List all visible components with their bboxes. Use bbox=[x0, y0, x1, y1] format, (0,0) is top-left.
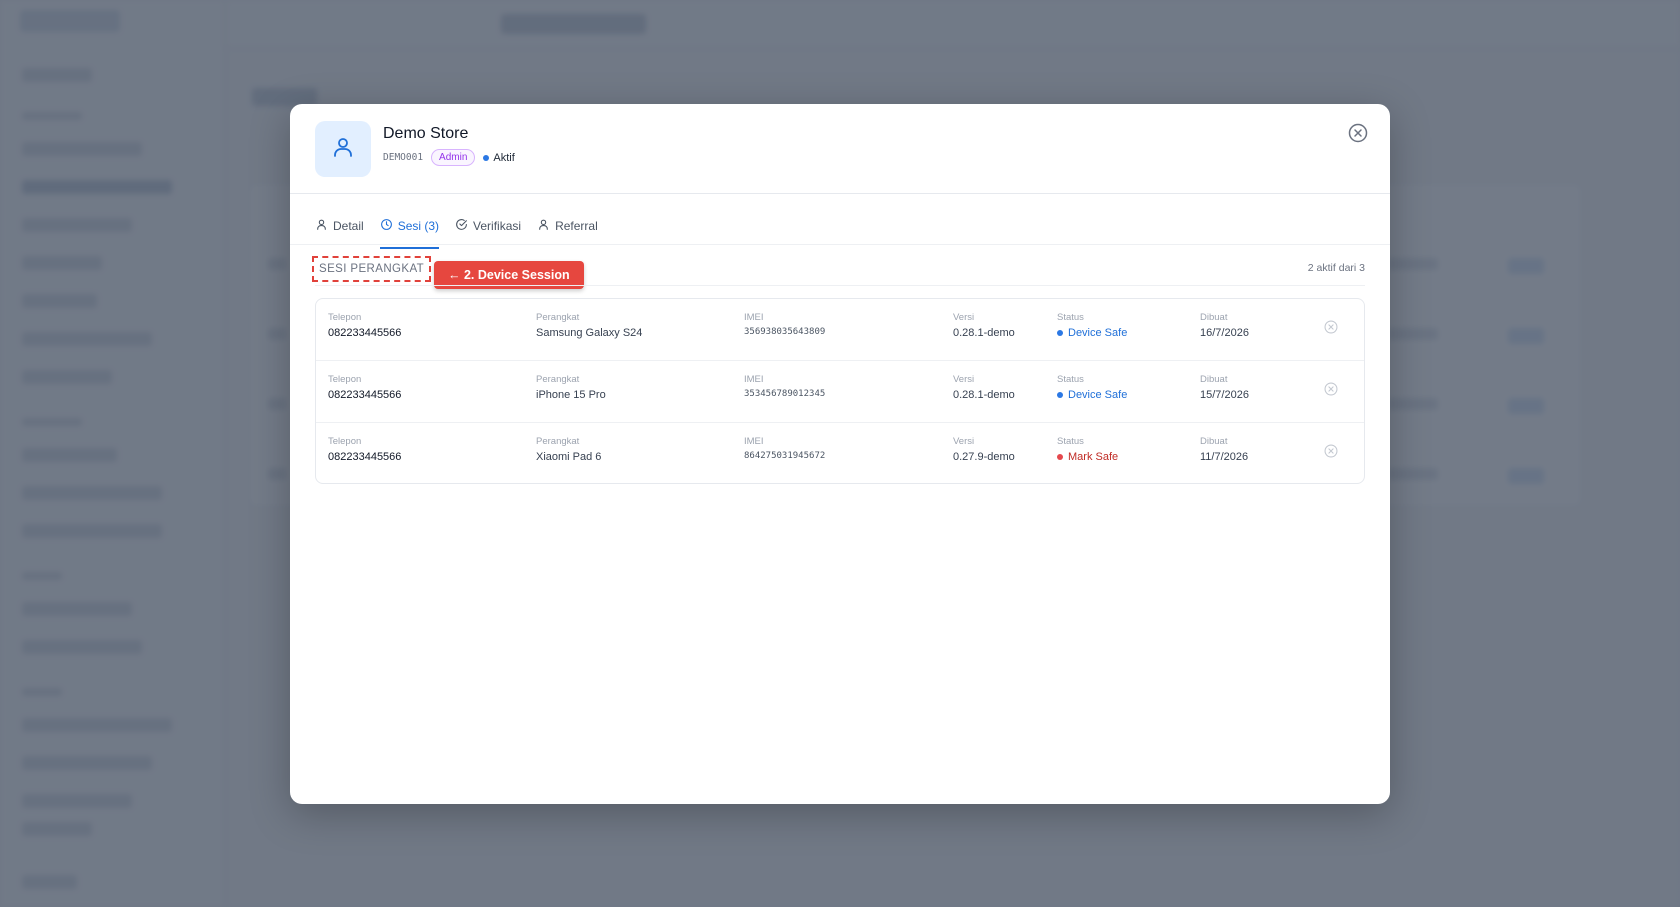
store-meta: DEMO001 Admin Aktif bbox=[383, 149, 515, 166]
user-icon bbox=[331, 135, 355, 164]
device-field: Perangkat iPhone 15 Pro bbox=[536, 374, 606, 401]
version-field: Versi 0.27.9-demo bbox=[953, 436, 1015, 463]
close-circle-icon bbox=[1324, 382, 1338, 401]
version-label: Versi bbox=[953, 436, 975, 447]
device-value: Samsung Galaxy S24 bbox=[536, 327, 643, 339]
store-code: DEMO001 bbox=[383, 152, 424, 163]
tab-referral[interactable]: Referral bbox=[537, 207, 598, 249]
close-circle-icon bbox=[1324, 320, 1338, 339]
tab-detail[interactable]: Detail bbox=[315, 207, 364, 249]
status-label: Status bbox=[1057, 374, 1084, 385]
created-label: Dibuat bbox=[1200, 374, 1228, 385]
status-dot-icon bbox=[1057, 330, 1063, 336]
status-text: Device Safe bbox=[1068, 327, 1128, 339]
created-label: Dibuat bbox=[1200, 436, 1228, 447]
role-badge: Admin bbox=[431, 149, 476, 166]
created-label: Dibuat bbox=[1200, 312, 1228, 323]
version-field: Versi 0.28.1-demo bbox=[953, 312, 1015, 339]
modal-header: Demo Store DEMO001 Admin Aktif bbox=[290, 104, 1390, 194]
version-value: 0.27.9-demo bbox=[953, 451, 1015, 463]
check-circle-icon bbox=[455, 218, 468, 234]
tab-label: Referral bbox=[555, 219, 598, 233]
created-field: Dibuat 11/7/2026 bbox=[1200, 436, 1248, 463]
status-field: Status Mark Safe bbox=[1057, 436, 1118, 463]
status-text: Mark Safe bbox=[1068, 451, 1119, 463]
close-button[interactable] bbox=[1347, 123, 1369, 148]
session-row: Telepon 082233445566 Perangkat Xiaomi Pad … bbox=[316, 423, 1364, 483]
imei-value: 356938035643809 bbox=[744, 327, 826, 337]
version-label: Versi bbox=[953, 312, 975, 323]
close-circle-icon bbox=[1348, 123, 1368, 148]
session-list: Telepon 082233445566 Perangkat Samsung Gal… bbox=[315, 298, 1365, 484]
phone-field: Telepon 082233445566 bbox=[328, 374, 401, 401]
device-field: Perangkat Xiaomi Pad 6 bbox=[536, 436, 601, 463]
imei-value: 864275031945672 bbox=[744, 451, 826, 461]
revoke-session-button[interactable] bbox=[1323, 320, 1339, 339]
session-row: Telepon 082233445566 Perangkat iPhone 15 P… bbox=[316, 361, 1364, 423]
session-row: Telepon 082233445566 Perangkat Samsung Gal… bbox=[316, 299, 1364, 361]
status-value: Mark Safe bbox=[1057, 451, 1118, 463]
imei-field: IMEI 356938035643809 bbox=[744, 312, 825, 337]
status-field: Status Device Safe bbox=[1057, 374, 1127, 401]
store-name: Demo Store bbox=[383, 125, 469, 142]
created-value: 16/7/2026 bbox=[1200, 327, 1249, 339]
user-icon bbox=[537, 218, 550, 234]
device-label: Perangkat bbox=[536, 312, 580, 323]
status-dot-icon bbox=[1057, 392, 1063, 398]
tab-label: Sesi (3) bbox=[397, 219, 440, 233]
imei-field: IMEI 353456789012345 bbox=[744, 374, 825, 399]
status-label: Status bbox=[1057, 436, 1084, 447]
version-label: Versi bbox=[953, 374, 975, 385]
user-icon bbox=[315, 218, 328, 234]
version-value: 0.28.1-demo bbox=[953, 389, 1015, 401]
close-circle-icon bbox=[1324, 444, 1338, 463]
created-value: 11/7/2026 bbox=[1200, 451, 1249, 463]
section-title: SESI PERANGKAT bbox=[312, 256, 432, 282]
imei-value: 353456789012345 bbox=[744, 389, 826, 399]
created-field: Dibuat 16/7/2026 bbox=[1200, 312, 1249, 339]
phone-value: 082233445566 bbox=[328, 451, 402, 463]
status-text: Device Safe bbox=[1068, 389, 1128, 401]
imei-label: IMEI bbox=[744, 374, 764, 385]
phone-label: Telepon bbox=[328, 312, 362, 323]
phone-label: Telepon bbox=[328, 436, 362, 447]
revoke-session-button[interactable] bbox=[1323, 444, 1339, 463]
phone-value: 082233445566 bbox=[328, 389, 402, 401]
status-badge: Aktif bbox=[483, 151, 515, 164]
clock-icon bbox=[380, 218, 393, 234]
device-field: Perangkat Samsung Galaxy S24 bbox=[536, 312, 642, 339]
created-field: Dibuat 15/7/2026 bbox=[1200, 374, 1249, 401]
status-value: Device Safe bbox=[1057, 389, 1127, 401]
status-label: Status bbox=[1057, 312, 1084, 323]
status-label: Aktif bbox=[493, 151, 515, 164]
status-value: Device Safe bbox=[1057, 327, 1127, 339]
tab-label: Verifikasi bbox=[473, 219, 522, 233]
created-value: 15/7/2026 bbox=[1200, 389, 1249, 401]
phone-label: Telepon bbox=[328, 374, 362, 385]
tab-sessions[interactable]: Sesi (3) bbox=[379, 207, 440, 249]
device-label: Perangkat bbox=[536, 374, 580, 385]
tab-verification[interactable]: Verifikasi bbox=[455, 207, 521, 249]
imei-label: IMEI bbox=[744, 436, 764, 447]
revoke-session-button[interactable] bbox=[1323, 382, 1339, 401]
tab-bar: Detail Sesi (3) Verifikasi Referral bbox=[315, 194, 1390, 249]
store-avatar bbox=[315, 121, 371, 177]
device-value: iPhone 15 Pro bbox=[536, 389, 606, 401]
status-dot-icon bbox=[1057, 454, 1063, 460]
tab-label: Detail bbox=[333, 219, 364, 233]
device-value: Xiaomi Pad 6 bbox=[536, 451, 602, 463]
section-divider bbox=[315, 285, 1365, 286]
imei-label: IMEI bbox=[744, 312, 764, 323]
status-dot-icon bbox=[483, 154, 490, 161]
phone-value: 082233445566 bbox=[328, 327, 402, 339]
imei-field: IMEI 864275031945672 bbox=[744, 436, 825, 461]
session-count: 2 aktif dari 3 bbox=[1307, 262, 1365, 274]
phone-field: Telepon 082233445566 bbox=[328, 312, 401, 339]
device-label: Perangkat bbox=[536, 436, 580, 447]
version-field: Versi 0.28.1-demo bbox=[953, 374, 1015, 401]
version-value: 0.28.1-demo bbox=[953, 327, 1015, 339]
phone-field: Telepon 082233445566 bbox=[328, 436, 401, 463]
status-field: Status Device Safe bbox=[1057, 312, 1127, 339]
store-detail-modal: Demo Store DEMO001 Admin Aktif Detail Se… bbox=[290, 104, 1390, 804]
